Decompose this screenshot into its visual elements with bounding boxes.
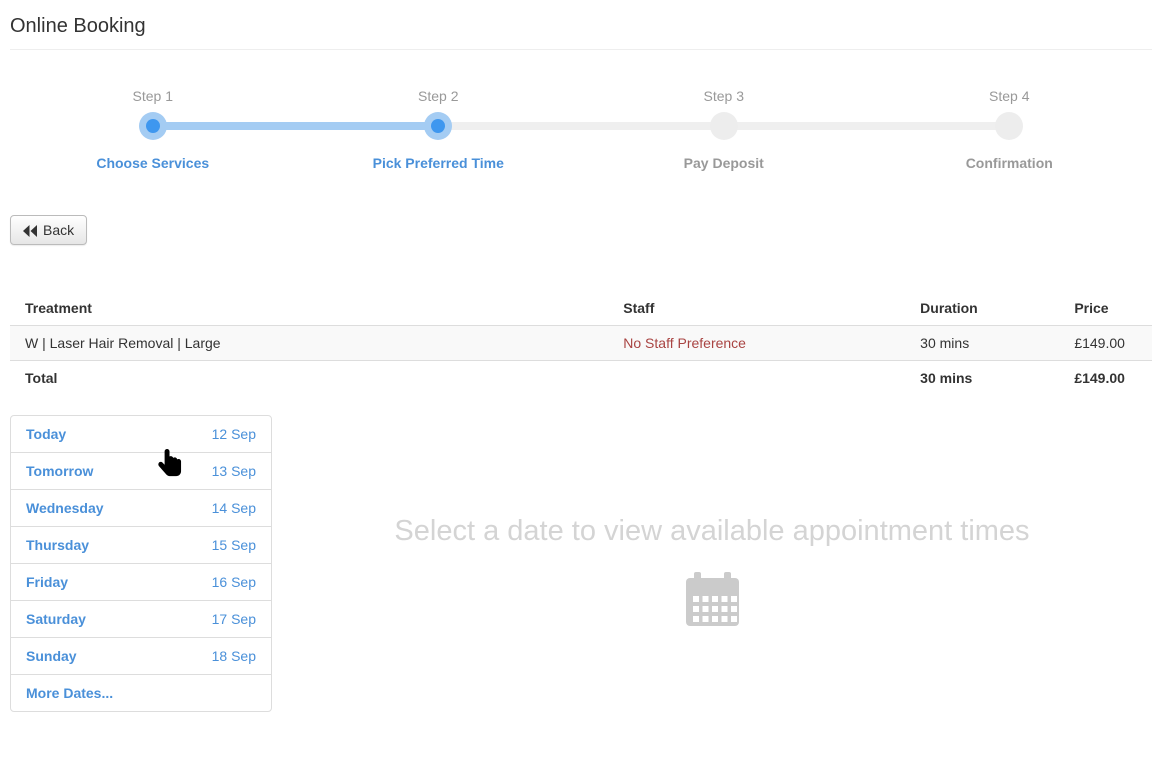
step-2-number: Step 2 [296, 88, 582, 104]
step-1-label: Choose Services [10, 155, 296, 171]
step-4: Step 4 Confirmation [867, 88, 1153, 171]
step-1: Step 1 Choose Services [10, 88, 296, 171]
date-day-label: Friday [26, 574, 68, 590]
empty-state-message: Select a date to view available appointm… [394, 515, 1029, 548]
table-row: W | Laser Hair Removal | Large No Staff … [10, 326, 1152, 361]
step-4-number: Step 4 [867, 88, 1153, 104]
date-list: Today 12 Sep Tomorrow 13 Sep Wednesday 1… [10, 415, 272, 712]
step-4-label: Confirmation [867, 155, 1153, 171]
total-label: Total [10, 361, 615, 396]
date-item-sunday[interactable]: Sunday 18 Sep [11, 638, 271, 675]
empty-state: Select a date to view available appointm… [272, 415, 1152, 632]
more-dates-label: More Dates... [26, 685, 113, 701]
header-staff: Staff [615, 291, 912, 326]
date-day-label: Sunday [26, 648, 77, 664]
total-duration: 30 mins [912, 361, 1066, 396]
back-button[interactable]: Back [10, 215, 87, 245]
date-date-label: 13 Sep [212, 463, 256, 479]
date-date-label: 16 Sep [212, 574, 256, 590]
more-dates-link[interactable]: More Dates... [11, 675, 271, 711]
date-item-today[interactable]: Today 12 Sep [11, 416, 271, 453]
step-wizard: Step 1 Choose Services Step 2 Pick Prefe… [10, 88, 1152, 171]
step-2-label: Pick Preferred Time [296, 155, 582, 171]
date-item-thursday[interactable]: Thursday 15 Sep [11, 527, 271, 564]
price-cell: £149.00 [1066, 326, 1152, 361]
back-button-label: Back [43, 222, 74, 238]
step-3: Step 3 Pay Deposit [581, 88, 867, 171]
date-day-label: Today [26, 426, 66, 442]
step-1-track [10, 112, 296, 140]
header-duration: Duration [912, 291, 1066, 326]
date-date-label: 14 Sep [212, 500, 256, 516]
date-item-tomorrow[interactable]: Tomorrow 13 Sep [11, 453, 271, 490]
date-item-wednesday[interactable]: Wednesday 14 Sep [11, 490, 271, 527]
backward-icon [23, 224, 37, 236]
step-3-track [581, 112, 867, 140]
step-3-label: Pay Deposit [581, 155, 867, 171]
step-2-track [296, 112, 582, 140]
date-day-label: Tomorrow [26, 463, 93, 479]
step-4-dot [995, 112, 1023, 140]
date-day-label: Thursday [26, 537, 89, 553]
date-date-label: 18 Sep [212, 648, 256, 664]
step-3-number: Step 3 [581, 88, 867, 104]
duration-cell: 30 mins [912, 326, 1066, 361]
time-selection-section: Today 12 Sep Tomorrow 13 Sep Wednesday 1… [10, 415, 1152, 712]
treatment-cell: W | Laser Hair Removal | Large [10, 326, 615, 361]
table-header-row: Treatment Staff Duration Price [10, 291, 1152, 326]
date-day-label: Wednesday [26, 500, 104, 516]
date-item-friday[interactable]: Friday 16 Sep [11, 564, 271, 601]
step-1-number: Step 1 [10, 88, 296, 104]
header-treatment: Treatment [10, 291, 615, 326]
total-price: £149.00 [1066, 361, 1152, 396]
date-day-label: Saturday [26, 611, 86, 627]
date-date-label: 15 Sep [212, 537, 256, 553]
step-1-dot [139, 112, 167, 140]
step-2-dot [424, 112, 452, 140]
date-item-saturday[interactable]: Saturday 17 Sep [11, 601, 271, 638]
calendar-icon [686, 572, 739, 632]
header-price: Price [1066, 291, 1152, 326]
date-date-label: 12 Sep [212, 426, 256, 442]
table-total-row: Total 30 mins £149.00 [10, 361, 1152, 396]
online-booking-page: Online Booking Step 1 Choose Services St… [0, 0, 1162, 712]
page-title: Online Booking [10, 0, 1152, 49]
step-2: Step 2 Pick Preferred Time [296, 88, 582, 171]
step-4-track [867, 112, 1153, 140]
booking-summary-table: Treatment Staff Duration Price W | Laser… [10, 291, 1152, 395]
step-3-dot [710, 112, 738, 140]
date-date-label: 17 Sep [212, 611, 256, 627]
title-divider [10, 49, 1152, 50]
staff-cell: No Staff Preference [615, 326, 912, 361]
